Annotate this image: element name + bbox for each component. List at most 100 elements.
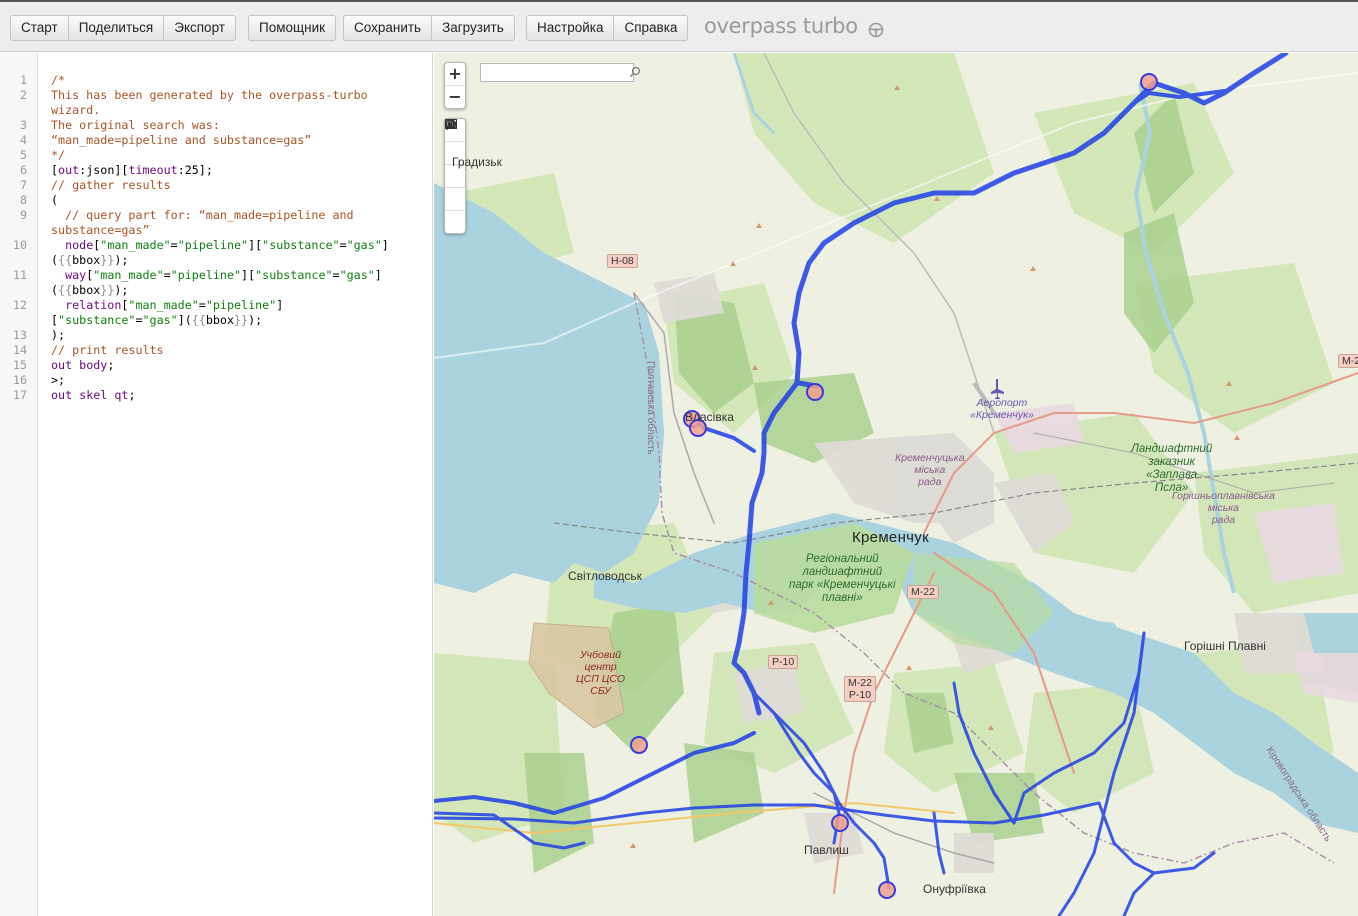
code-line[interactable]: // gather results: [51, 178, 171, 193]
line-number: 11: [12, 268, 27, 282]
line-number: 5: [19, 148, 27, 162]
label-park-line1: Регіональний: [805, 553, 879, 565]
label-city-council: Кременчуцька міська рада: [895, 452, 965, 488]
share-button[interactable]: Поделиться: [67, 16, 164, 40]
settings-button-group: Настройка Справка: [526, 15, 689, 41]
label-airport: Аеропорт «Кременчук»: [970, 397, 1034, 421]
code-line[interactable]: /*: [51, 73, 65, 88]
line-number: 13: [12, 328, 27, 342]
line-number-gutter: 1 2 3 4 5 6 7 8 9 10 11 12 13 14 15 16 17: [0, 53, 38, 916]
export-button[interactable]: Экспорт: [163, 16, 235, 40]
road-shield-h08: Н-08: [607, 254, 638, 268]
label-airport-line2: «Кременчук»: [970, 409, 1034, 421]
label-reserve-line3: «Заплава: [1146, 469, 1198, 481]
road-shield-p10: Р-10: [768, 655, 799, 669]
code-line[interactable]: );: [51, 328, 65, 343]
load-button[interactable]: Загрузить: [431, 16, 514, 40]
steering-wheel-icon: [868, 19, 884, 38]
line-number: 12: [12, 298, 27, 312]
code-line[interactable]: “man_made=pipeline and substance=gas”: [51, 133, 311, 148]
label-horishni-plavni: Горішні Плавні: [1184, 639, 1266, 653]
code-line[interactable]: way["man_made"="pipeline"]["substance"="…: [51, 268, 382, 283]
label-park-line2: ландшафтний: [802, 566, 883, 578]
label-reserve-line1: Ландшафтний: [1131, 443, 1213, 455]
line-number: 8: [19, 193, 27, 207]
line-number: 7: [19, 178, 27, 192]
code-line[interactable]: The original search was:: [51, 118, 220, 133]
label-city-council-line3: рада: [918, 476, 942, 488]
app-brand: overpass turbo: [704, 14, 884, 38]
wizard-button[interactable]: Помощник: [249, 16, 335, 40]
road-shield-p10-line: Р-10: [848, 689, 872, 701]
label-training-line1: Учбовий: [579, 649, 622, 661]
label-horishni-council-line3: рада: [1211, 514, 1236, 526]
line-number: 2: [19, 88, 27, 102]
code-line[interactable]: // print results: [51, 343, 164, 358]
code-line[interactable]: relation["man_made"="pipeline"]: [51, 298, 283, 313]
label-pavlysh: Павлиш: [804, 843, 849, 857]
code-line[interactable]: */: [51, 148, 65, 163]
label-airport-line1: Аеропорт: [976, 397, 1028, 409]
label-training-line3: ЦСП ЦСО: [576, 673, 626, 685]
map-view[interactable]: + − Градизьк Власівка Світловодськ Креме…: [434, 53, 1358, 916]
map-tools-control: [444, 118, 466, 234]
code-line[interactable]: ({{bbox}});: [51, 283, 128, 298]
code-line[interactable]: (: [51, 193, 58, 208]
label-horishni-council: Горішньоплавнівська міська рада: [1172, 490, 1275, 526]
road-shield-m22-edge: М-2: [1338, 354, 1358, 368]
code-line[interactable]: node["man_made"="pipeline"]["substance"=…: [51, 238, 389, 253]
road-shield-m22-line: М-22: [848, 677, 872, 689]
code-line[interactable]: substance=gas”: [51, 223, 150, 238]
line-number: 14: [12, 343, 27, 357]
code-line[interactable]: >;: [51, 373, 65, 388]
label-svitlovodsk: Світловодськ: [568, 569, 642, 583]
code-line[interactable]: ["substance"="gas"]({{bbox}});: [51, 313, 262, 328]
label-hradyzk: Градизьк: [452, 155, 502, 169]
top-toolbar: Старт Поделиться Экспорт Помощник Сохран…: [0, 0, 1358, 52]
label-training-center: Учбовий центр ЦСП ЦСО СБУ: [576, 649, 625, 697]
label-park-line4: плавні»: [822, 592, 863, 604]
code-line[interactable]: out skel qt;: [51, 388, 136, 403]
wizard-button-group: Помощник: [248, 15, 337, 41]
fullscreen-toggle-button[interactable]: [445, 120, 465, 211]
code-line[interactable]: [out:json][timeout:25];: [51, 163, 213, 178]
map-search-input[interactable]: [480, 63, 641, 82]
label-vlasivka: Власівка: [685, 410, 734, 424]
label-park-line3: парк «Кременчуцькі: [789, 579, 896, 591]
line-number: 4: [19, 133, 27, 147]
line-number: 17: [12, 388, 27, 402]
storage-button-group: Сохранить Загрузить: [343, 15, 515, 41]
road-shield-m22-p10: М-22 Р-10: [844, 676, 876, 702]
label-reserve-line2: заказник: [1148, 456, 1195, 468]
label-training-line4: СБУ: [590, 685, 611, 697]
label-reserve: Ландшафтний заказник «Заплава Псла»: [1131, 443, 1212, 495]
label-poltava-oblast: Полтавська область: [645, 361, 656, 455]
code-line[interactable]: This has been generated by the overpass-…: [51, 88, 368, 103]
line-number: 1: [19, 73, 27, 87]
label-training-line2: центр: [584, 661, 617, 673]
settings-button[interactable]: Настройка: [527, 16, 613, 40]
file-button-group: Старт Поделиться Экспорт: [10, 15, 236, 41]
label-kremenchuk: Кременчук: [852, 529, 929, 546]
line-number: 10: [12, 238, 27, 252]
code-line[interactable]: // query part for: “man_made=pipeline an…: [51, 208, 354, 223]
help-button[interactable]: Справка: [613, 16, 687, 40]
start-button[interactable]: Старт: [11, 16, 68, 40]
label-park: Регіональний ландшафтний парк «Кременчуц…: [789, 553, 896, 605]
line-number: 15: [12, 358, 27, 372]
line-number: 9: [19, 208, 27, 222]
code-line[interactable]: ({{bbox}});: [51, 253, 128, 268]
code-line[interactable]: out body;: [51, 358, 114, 373]
zoom-out-button[interactable]: −: [445, 86, 465, 108]
save-button[interactable]: Сохранить: [344, 16, 431, 40]
query-editor[interactable]: 1 2 3 4 5 6 7 8 9 10 11 12 13 14 15 16 17 /* This has bee…: [0, 53, 433, 916]
label-city-council-line2: міська: [914, 464, 946, 476]
label-city-council-line1: Кременчуцька: [895, 452, 965, 464]
label-horishni-council-line1: Горішньоплавнівська: [1172, 490, 1275, 502]
line-number: 3: [19, 118, 27, 132]
line-number: 16: [12, 373, 27, 387]
zoom-in-button[interactable]: +: [445, 63, 465, 86]
label-horishni-council-line2: міська: [1207, 502, 1240, 514]
code-line[interactable]: wizard.: [51, 103, 100, 118]
clear-data-button[interactable]: [445, 119, 465, 233]
